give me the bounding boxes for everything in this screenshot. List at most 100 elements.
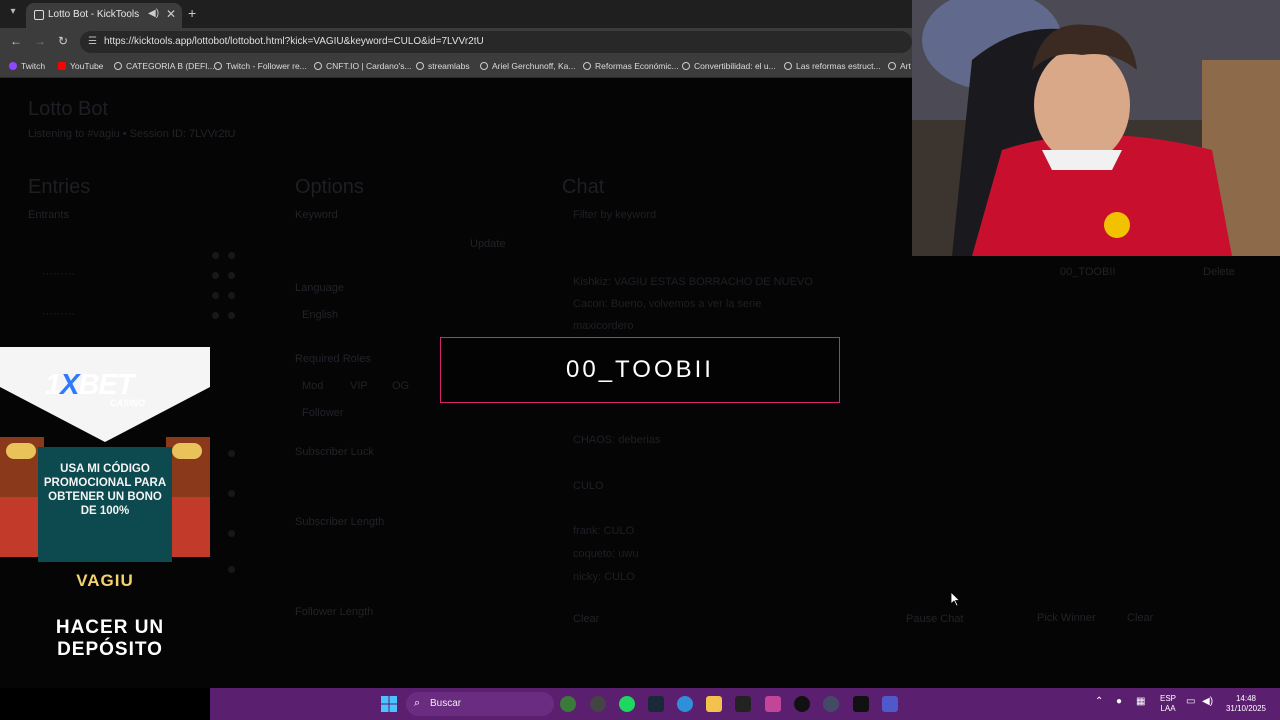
bookmark-convertibilidad[interactable]: Convertibilidad: el u... (682, 61, 776, 73)
globe-icon (682, 62, 690, 70)
globe-icon (888, 62, 896, 70)
page-overlay-right (912, 256, 1280, 688)
bookmark-reformas[interactable]: Reformas Económic... (583, 61, 679, 73)
chat-line: CHAOS: deberias (573, 434, 661, 446)
edge-icon[interactable] (677, 696, 693, 712)
bookmark-twitch-follower[interactable]: Twitch - Follower re... (214, 61, 307, 73)
chat-line: nicky: CULO (573, 571, 635, 583)
app-icon[interactable] (735, 696, 751, 712)
volume-icon[interactable]: ◀) (1202, 697, 1213, 707)
role-og[interactable]: OG (392, 380, 409, 392)
chat-clear-button[interactable]: Clear (573, 613, 599, 625)
entry-remove[interactable] (228, 272, 235, 279)
entry-remove[interactable] (228, 312, 235, 319)
tab-search-icon[interactable]: ▾ (6, 6, 20, 20)
winner-dialog[interactable]: 00_TOOBII (440, 337, 840, 403)
bookmark-ariel[interactable]: Ariel Gerchunoff, Ka... (480, 61, 575, 73)
role-mod[interactable]: Mod (302, 380, 323, 392)
close-icon[interactable]: ✕ (166, 7, 176, 21)
globe-icon (214, 62, 222, 70)
search-placeholder: Buscar (430, 698, 462, 709)
page-subtitle: Listening to #vagiu • Session ID: 7LVVr2… (28, 128, 236, 140)
chat-filter[interactable]: Filter by keyword (573, 209, 656, 221)
subscriber-luck-label: Subscriber Luck (295, 446, 374, 458)
tab-favicon-icon (34, 10, 44, 20)
casino-ad-banner[interactable]: 1XBET CASINO USA MI CÓDIGO PROMOCIONAL P… (0, 347, 210, 688)
discord-icon[interactable] (823, 696, 839, 712)
globe-icon (784, 62, 792, 70)
webcam-overlay (912, 0, 1280, 256)
ad-promo-code: VAGIU (76, 571, 134, 590)
forward-icon[interactable]: → (34, 34, 46, 48)
twitch-icon (9, 62, 17, 70)
youtube-icon (58, 62, 66, 70)
winner-list-item: 00_TOOBII (1060, 266, 1116, 278)
taskbar: ⌕ Buscar ⌃ ● ▦ ESP LAA ▭ ◀) 14:48 31/10/… (210, 688, 1280, 720)
tab-title: Lotto Bot - KickTools (48, 9, 140, 20)
role-vip[interactable]: VIP (350, 380, 368, 392)
language-label: Language (295, 282, 344, 294)
spotify-icon[interactable] (619, 696, 635, 712)
address-bar[interactable]: ☰ https://kicktools.app/lottobot/lottobo… (80, 31, 912, 53)
chatgpt-icon[interactable] (794, 696, 810, 712)
windows-start-icon[interactable] (381, 696, 397, 712)
chrome-icon[interactable] (560, 696, 576, 712)
ad-deposit-cta[interactable]: HACER UN DEPÓSITO (20, 617, 200, 661)
entry-toggle[interactable] (212, 272, 219, 279)
bookmark-youtube[interactable]: YouTube (58, 61, 103, 73)
copilot-icon[interactable] (765, 696, 781, 712)
bookmark-categoria[interactable]: CATEGORIA B (DEFI... (114, 61, 215, 73)
network-icon[interactable]: ▭ (1186, 697, 1195, 707)
entry-toggle[interactable] (212, 312, 219, 319)
bookmark-twitch[interactable]: Twitch (9, 61, 45, 73)
language-indicator[interactable]: ESP LAA (1160, 694, 1176, 714)
options-heading: Options (295, 176, 364, 198)
reload-icon[interactable]: ↻ (58, 34, 68, 48)
keyboard-icon[interactable]: ▦ (1136, 697, 1145, 707)
keyword-label: Keyword (295, 209, 338, 221)
chat-line: coqueto: uwu (573, 548, 639, 560)
speaker-icon[interactable]: ◀) (148, 8, 159, 19)
new-tab-icon[interactable]: + (188, 5, 196, 21)
globe-icon (314, 62, 322, 70)
entry-toggle[interactable] (212, 292, 219, 299)
taskbar-search[interactable]: ⌕ Buscar (406, 692, 554, 716)
url-text[interactable]: https://kicktools.app/lottobot/lottobot.… (104, 36, 484, 47)
back-icon[interactable]: ← (10, 34, 22, 48)
language-select[interactable]: English (302, 309, 338, 321)
bookmark-las-reformas[interactable]: Las reformas estruct... (784, 61, 881, 73)
chevron-up-icon[interactable]: ⌃ (1095, 697, 1103, 707)
role-follower[interactable]: Follower (302, 407, 344, 419)
entry-remove[interactable] (228, 566, 235, 573)
file-explorer-icon[interactable] (706, 696, 722, 712)
steam-icon[interactable] (648, 696, 664, 712)
active-tab[interactable]: Lotto Bot - KickTools ◀) ✕ (26, 3, 182, 28)
globe-icon (114, 62, 122, 70)
entry-remove[interactable] (228, 292, 235, 299)
winner-name: 00_TOOBII (566, 356, 714, 383)
bookmark-cnft[interactable]: CNFT.IO | Cardano's... (314, 61, 412, 73)
entry-toggle[interactable] (212, 252, 219, 259)
follower-length-label: Follower Length (295, 606, 374, 618)
meta-icon[interactable] (853, 696, 869, 712)
bookmark-streamlabs[interactable]: streamlabs (416, 61, 470, 73)
site-info-icon[interactable]: ☰ (88, 36, 97, 47)
pick-winner-button[interactable]: Pick Winner (1037, 612, 1096, 624)
entry-remove[interactable] (228, 450, 235, 457)
bookmark-art[interactable]: Art (888, 61, 911, 73)
entry-remove[interactable] (228, 490, 235, 497)
pause-chat-button[interactable]: Pause Chat (906, 613, 963, 625)
update-button[interactable]: Update (470, 238, 505, 250)
subscriber-length-label: Subscriber Length (295, 516, 385, 528)
entry-remove[interactable] (228, 252, 235, 259)
mouse-cursor-icon (951, 592, 961, 607)
microphone-icon[interactable]: ● (1116, 697, 1122, 707)
winner-delete-button[interactable]: Delete (1203, 266, 1235, 278)
teams-icon[interactable] (882, 696, 898, 712)
obs-icon[interactable] (590, 696, 606, 712)
clock[interactable]: 14:48 31/10/2025 (1224, 694, 1268, 714)
entry-remove[interactable] (228, 530, 235, 537)
ad-promo-text: USA MI CÓDIGO PROMOCIONAL PARA OBTENER U… (43, 463, 167, 517)
streamlabs-icon (416, 62, 424, 70)
winners-clear-button[interactable]: Clear (1127, 612, 1153, 624)
